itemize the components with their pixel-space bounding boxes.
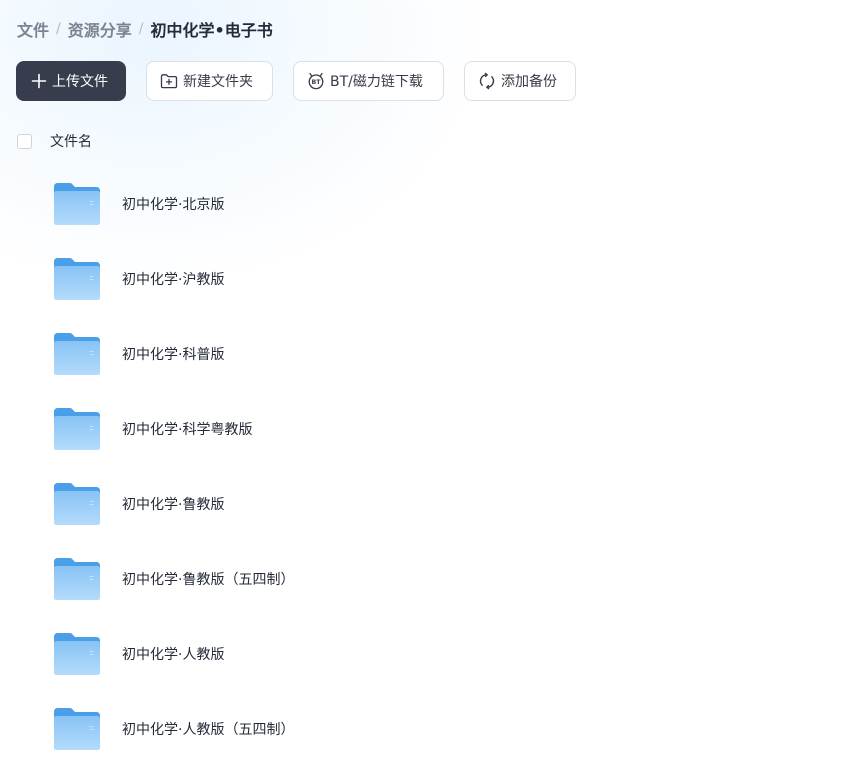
breadcrumb: 文件 / 资源分享 / 初中化学•电子书 [17, 17, 273, 41]
file-name: 初中化学·鲁教版（五四制） [122, 571, 295, 588]
new-folder-label: 新建文件夹 [183, 74, 253, 90]
list-header: 文件名 [17, 131, 92, 151]
new-folder-button[interactable]: 新建文件夹 [146, 61, 273, 101]
file-name: 初中化学·科学粤教版 [122, 421, 253, 438]
file-name: 初中化学·科普版 [122, 346, 225, 363]
bt-magnet-download-button[interactable]: BT BT/磁力链下载 [293, 61, 444, 101]
file-row[interactable]: 初中化学·人教版（五四制） [0, 691, 841, 766]
file-name: 初中化学·人教版 [122, 646, 225, 663]
folder-icon [54, 707, 100, 750]
breadcrumb-current: 初中化学•电子书 [150, 21, 273, 40]
select-all-checkbox[interactable] [17, 133, 32, 149]
breadcrumb-separator: / [56, 21, 61, 37]
file-name: 初中化学·北京版 [122, 196, 225, 213]
folder-icon [54, 632, 100, 675]
bt-magnet-download-label: BT/磁力链下载 [330, 74, 423, 90]
upload-file-button[interactable]: 上传文件 [16, 61, 126, 101]
file-row[interactable]: 初中化学·科学粤教版 [0, 391, 841, 466]
file-list: 初中化学·北京版 初中化学·沪教版 初中化学·科普版 初中化学·科学粤教版 初中… [0, 166, 841, 766]
folder-plus-icon [160, 73, 178, 89]
file-row[interactable]: 初中化学·人教版 [0, 616, 841, 691]
file-row[interactable]: 初中化学·鲁教版（五四制） [0, 541, 841, 616]
column-header-filename: 文件名 [50, 134, 92, 150]
file-manager-page: 文件 / 资源分享 / 初中化学•电子书 上传文件 新建文件夹 BT BT/磁力… [0, 0, 841, 768]
folder-icon [54, 332, 100, 375]
add-backup-button[interactable]: 添加备份 [464, 61, 576, 101]
file-name: 初中化学·人教版（五四制） [122, 721, 295, 738]
toolbar: 上传文件 新建文件夹 BT BT/磁力链下载 添加备份 [16, 61, 576, 101]
file-row[interactable]: 初中化学·鲁教版 [0, 466, 841, 541]
breadcrumb-resource-share[interactable]: 资源分享 [68, 17, 132, 41]
breadcrumb-separator: / [138, 21, 144, 37]
upload-file-label: 上传文件 [52, 74, 108, 90]
plus-icon [31, 73, 47, 89]
folder-icon [54, 182, 100, 225]
sync-icon [478, 72, 496, 90]
folder-icon [54, 257, 100, 300]
bt-icon: BT [307, 72, 325, 90]
file-name: 初中化学·鲁教版 [122, 496, 225, 513]
file-row[interactable]: 初中化学·北京版 [0, 166, 841, 241]
file-row[interactable]: 初中化学·科普版 [0, 316, 841, 391]
breadcrumb-files[interactable]: 文件 [17, 17, 49, 41]
folder-icon [54, 407, 100, 450]
file-name: 初中化学·沪教版 [122, 271, 225, 288]
folder-icon [54, 557, 100, 600]
folder-icon [54, 482, 100, 525]
file-row[interactable]: 初中化学·沪教版 [0, 241, 841, 316]
add-backup-label: 添加备份 [501, 74, 557, 90]
svg-text:BT: BT [312, 79, 322, 86]
